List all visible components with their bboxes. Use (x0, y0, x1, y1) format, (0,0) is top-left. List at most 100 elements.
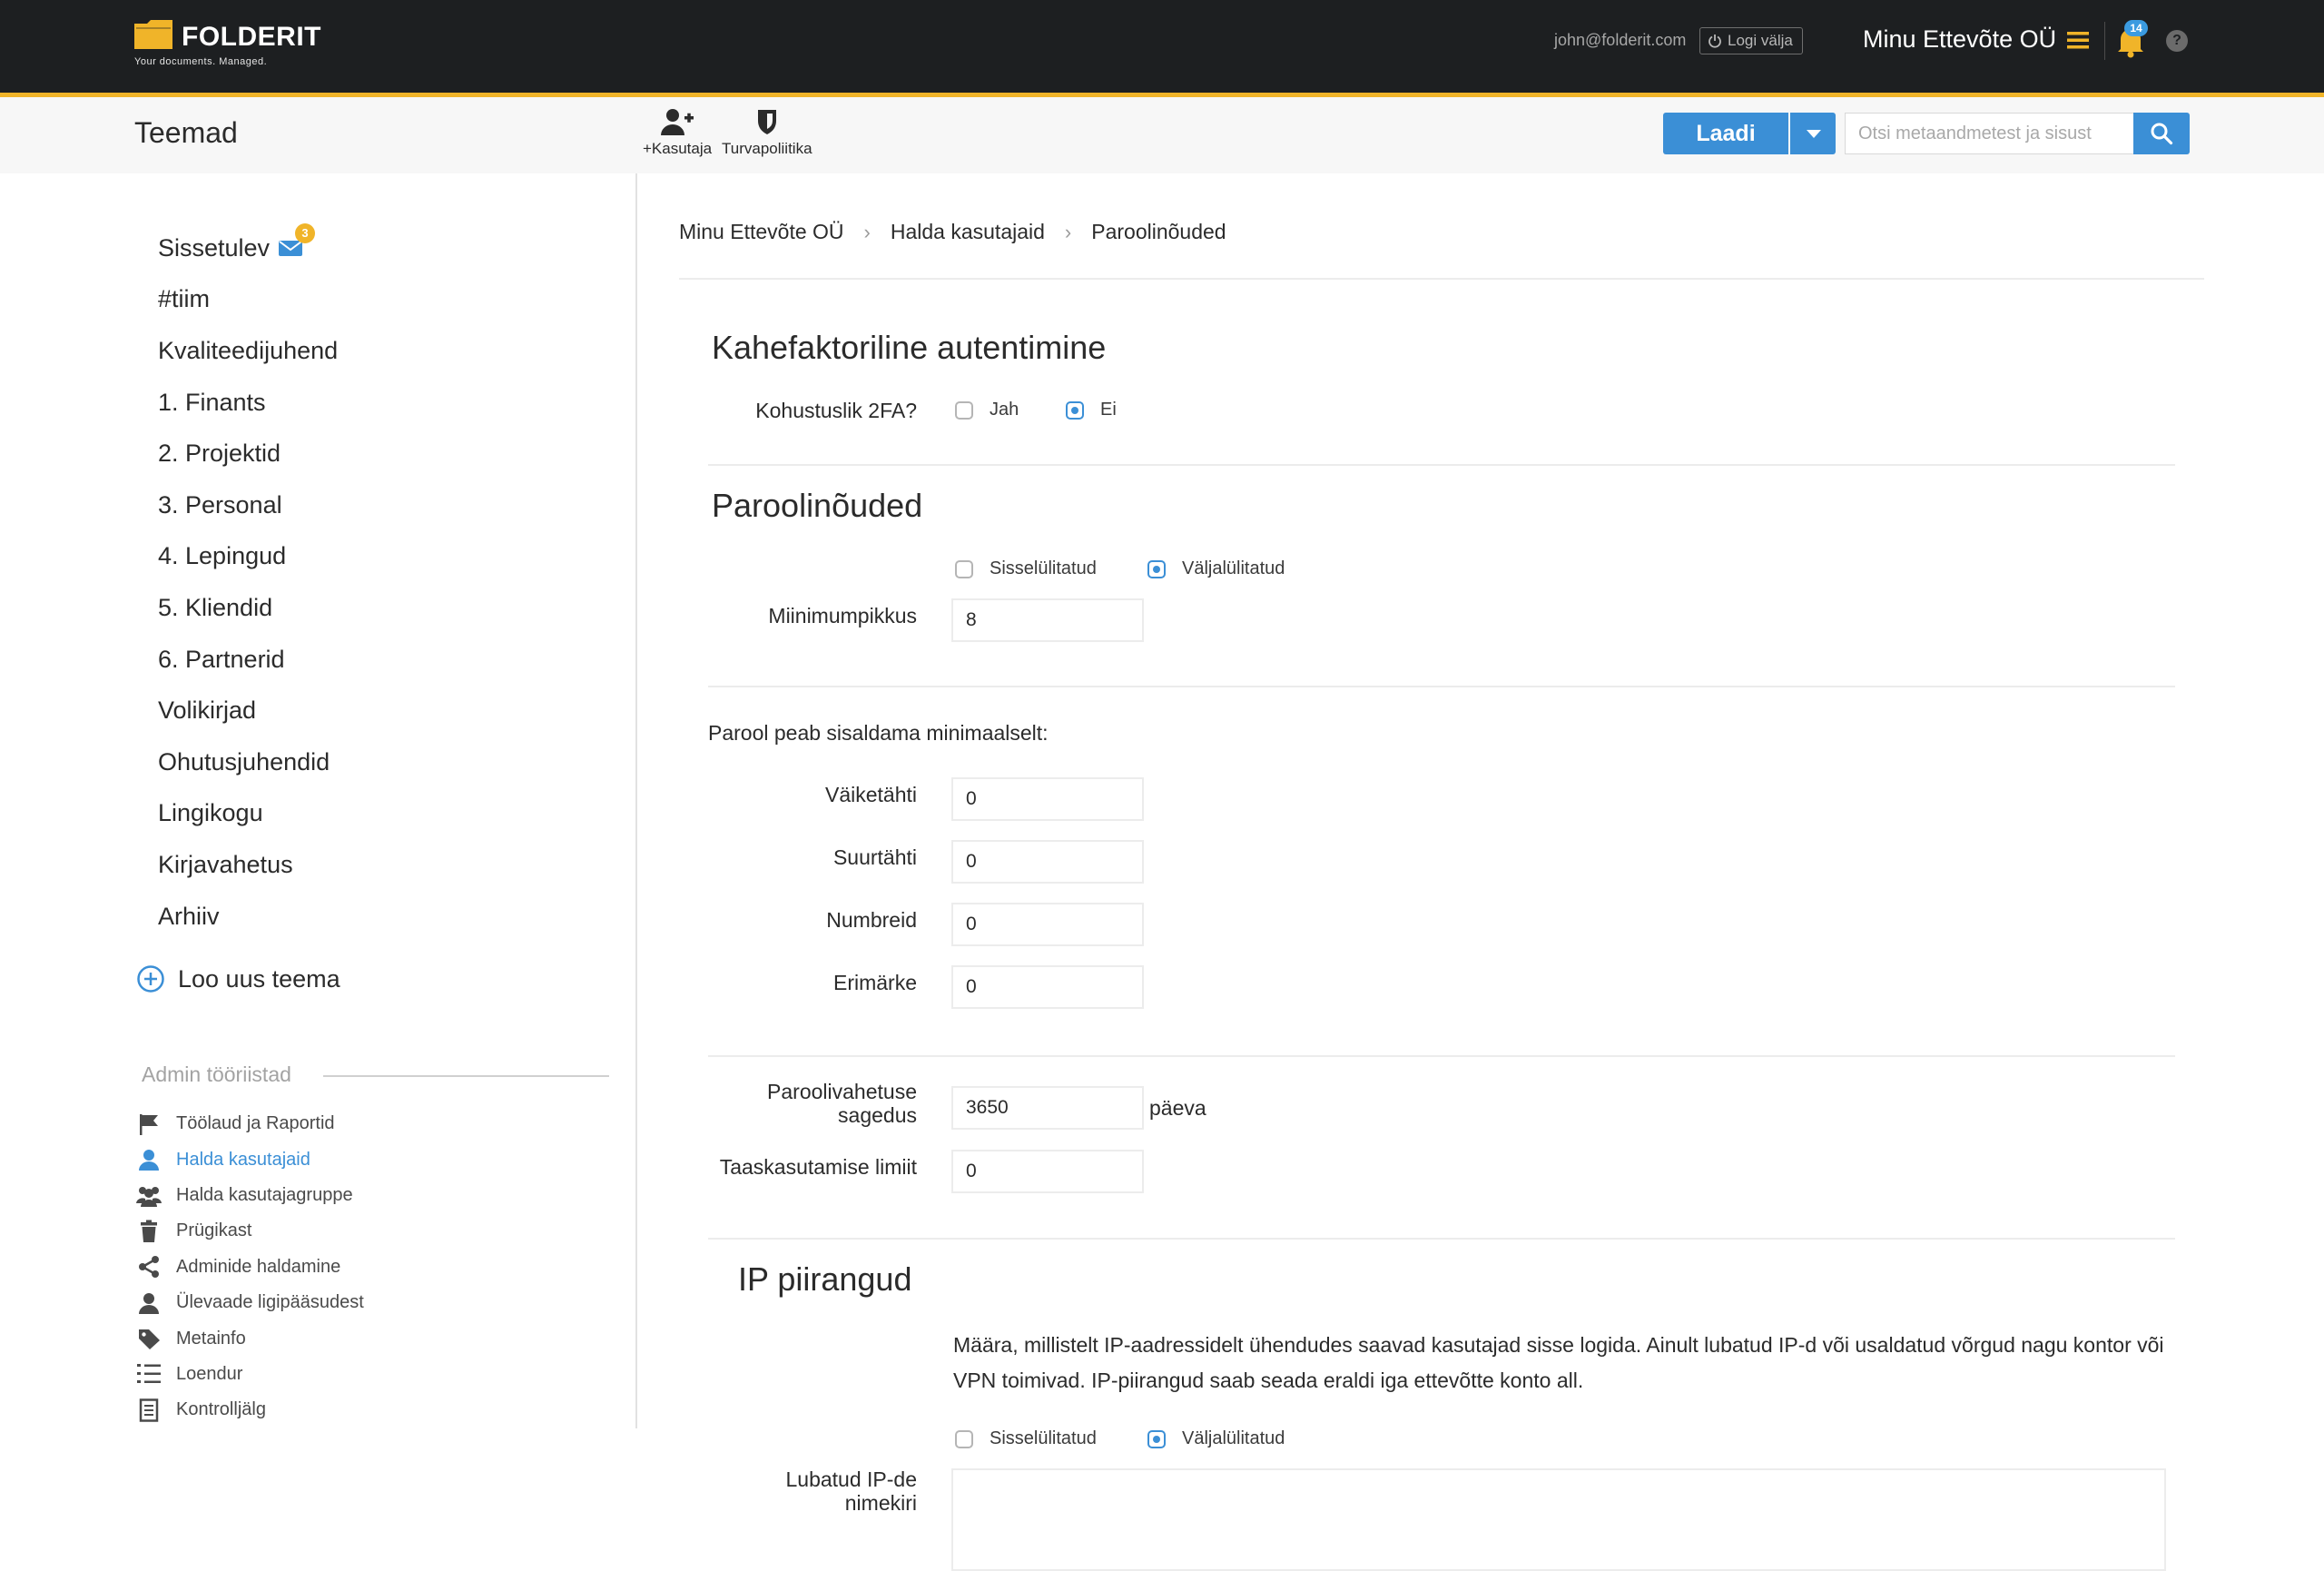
theme-item[interactable]: Volikirjad (158, 685, 338, 736)
password-section-title: Paroolinõuded (712, 487, 923, 524)
password-disabled-radio[interactable]: Väljalülitatud (1147, 558, 1285, 579)
theme-item[interactable]: Kvaliteedijuhend (158, 325, 338, 377)
theme-label: Ohutusjuhendid (158, 747, 330, 776)
theme-label: Arhiiv (158, 902, 220, 930)
add-user-button[interactable]: +Kasutaja (643, 107, 712, 158)
breadcrumb-item[interactable]: Halda kasutajaid (891, 220, 1045, 244)
admin-tools-list: Töölaud ja Raportid Halda kasutajaid Hal… (136, 1106, 364, 1428)
add-user-icon (661, 109, 694, 135)
theme-item[interactable]: 5. Kliendid (158, 582, 338, 634)
logout-button[interactable]: Logi välja (1699, 27, 1803, 54)
reuse-limit-label: Taaskasutamise limiit (719, 1155, 917, 1179)
theme-item[interactable]: 2. Projektid (158, 428, 338, 479)
help-icon[interactable]: ? (2166, 30, 2188, 52)
theme-item[interactable]: Arhiiv (158, 891, 338, 943)
company-name: Minu Ettevõte OÜ (1863, 25, 2057, 53)
allowed-ip-list-textarea[interactable] (951, 1468, 2166, 1571)
flag-icon (140, 1113, 158, 1135)
upload-dropdown-button[interactable] (1790, 113, 1836, 154)
search-button[interactable] (2133, 113, 2190, 154)
admin-item-manage-users[interactable]: Halda kasutajaid (136, 1141, 364, 1177)
radio-box (955, 559, 973, 578)
numbers-input[interactable] (951, 903, 1144, 946)
theme-item[interactable]: Lingikogu (158, 788, 338, 840)
password-enabled-radio[interactable]: Sisselülitatud (955, 558, 1097, 579)
admin-item-admins[interactable]: Adminide haldamine (136, 1250, 364, 1285)
hamburger-menu-icon (2067, 31, 2090, 48)
power-icon (1709, 35, 1721, 48)
admin-item-audit-trail[interactable]: Kontrolljälg (136, 1392, 364, 1428)
search-icon (2151, 123, 2173, 145)
new-theme-button[interactable]: Loo uus teema (136, 964, 340, 993)
theme-item[interactable]: #tiim (158, 274, 338, 326)
chevron-right-icon: › (863, 220, 871, 243)
theme-item[interactable]: 1. Finants (158, 377, 338, 429)
theme-item[interactable]: Kirjavahetus (158, 839, 338, 891)
theme-item[interactable]: 4. Lepingud (158, 531, 338, 583)
change-frequency-input[interactable] (951, 1086, 1144, 1130)
lowercase-input[interactable] (951, 777, 1144, 821)
change-frequency-label-line: Paroolivahetuse (767, 1080, 917, 1103)
theme-label: Kirjavahetus (158, 850, 293, 878)
new-theme-label: Loo uus teema (178, 964, 340, 993)
uppercase-label: Suurtähti (832, 845, 917, 869)
page-title: Teemad (134, 116, 238, 149)
theme-label: 5. Kliendid (158, 593, 273, 621)
ip-enabled-radio[interactable]: Sisselülitatud (955, 1428, 1097, 1449)
ip-disabled-radio[interactable]: Väljalülitatud (1147, 1428, 1285, 1449)
security-policy-button[interactable]: Turvapoliitika (722, 107, 812, 158)
min-length-label: Miinimumpikkus (768, 604, 917, 627)
upload-button[interactable]: Laadi (1663, 113, 1788, 154)
admin-tools-heading: Admin tööriistad (142, 1062, 291, 1086)
theme-label: 4. Lepingud (158, 542, 287, 570)
change-frequency-label: Paroolivahetuse sagedus (708, 1080, 917, 1127)
radio-box (1066, 400, 1084, 420)
logo-tagline: Your documents. Managed. (134, 56, 268, 67)
notification-count-badge: 14 (2124, 20, 2148, 36)
admin-item-label: Kontrolljälg (176, 1399, 266, 1420)
search-input[interactable] (1845, 113, 2133, 154)
admin-item-manage-groups[interactable]: Halda kasutajagruppe (136, 1178, 364, 1213)
theme-label: Volikirjad (158, 697, 257, 725)
theme-label: 6. Partnerid (158, 645, 285, 673)
breadcrumb-item[interactable]: Minu Ettevõte OÜ (679, 220, 844, 244)
uppercase-input[interactable] (951, 840, 1144, 884)
theme-label: 1. Finants (158, 388, 266, 416)
document-icon (139, 1398, 159, 1422)
admin-item-label: Adminide haldamine (176, 1256, 341, 1277)
theme-label: Lingikogu (158, 799, 263, 827)
change-frequency-label-line: sagedus (838, 1103, 917, 1127)
admin-item-dashboard[interactable]: Töölaud ja Raportid (136, 1106, 364, 1141)
two-factor-no-radio[interactable]: Ei (1066, 400, 1117, 420)
security-policy-label: Turvapoliitika (722, 140, 812, 157)
company-menu[interactable]: Minu Ettevõte OÜ (1863, 25, 2090, 54)
two-factor-section-title: Kahefaktoriline autentimine (712, 329, 1107, 366)
theme-item[interactable]: 6. Partnerid (158, 634, 338, 686)
admin-item-trash[interactable]: Prügikast (136, 1213, 364, 1249)
folderit-logo[interactable]: FOLDERIT Your documents. Managed. (134, 20, 352, 71)
sidebar-divider (635, 173, 637, 1428)
admin-item-access-overview[interactable]: Ülevaade ligipääsudest (136, 1285, 364, 1320)
breadcrumb-current: Paroolinõuded (1091, 220, 1226, 243)
theme-item[interactable]: 3. Personal (158, 479, 338, 531)
allowed-ip-list-label-line: nimekiri (844, 1491, 917, 1515)
two-factor-required-label: Kohustuslik 2FA? (755, 399, 917, 422)
two-factor-yes-radio[interactable]: Jah (955, 400, 1019, 420)
reuse-limit-input[interactable] (951, 1150, 1144, 1193)
change-frequency-unit: päeva (1149, 1096, 1206, 1120)
min-length-input[interactable] (951, 598, 1144, 642)
admin-item-counter[interactable]: Loendur (136, 1357, 364, 1392)
theme-item[interactable]: Ohutusjuhendid (158, 736, 338, 788)
admin-item-label: Töölaud ja Raportid (176, 1113, 335, 1134)
breadcrumb: Minu Ettevõte OÜ › Halda kasutajaid › Pa… (679, 220, 1226, 244)
users-group-icon (136, 1187, 162, 1208)
theme-label: 2. Projektid (158, 440, 281, 468)
topbar-divider (2104, 22, 2105, 60)
plus-circle-icon (137, 965, 164, 993)
special-chars-input[interactable] (951, 965, 1144, 1009)
radio-box (955, 1429, 973, 1448)
admin-item-metadata[interactable]: Metainfo (136, 1320, 364, 1356)
theme-label: Kvaliteedijuhend (158, 336, 339, 364)
theme-label: 3. Personal (158, 490, 282, 519)
chevron-right-icon: › (1064, 220, 1072, 243)
